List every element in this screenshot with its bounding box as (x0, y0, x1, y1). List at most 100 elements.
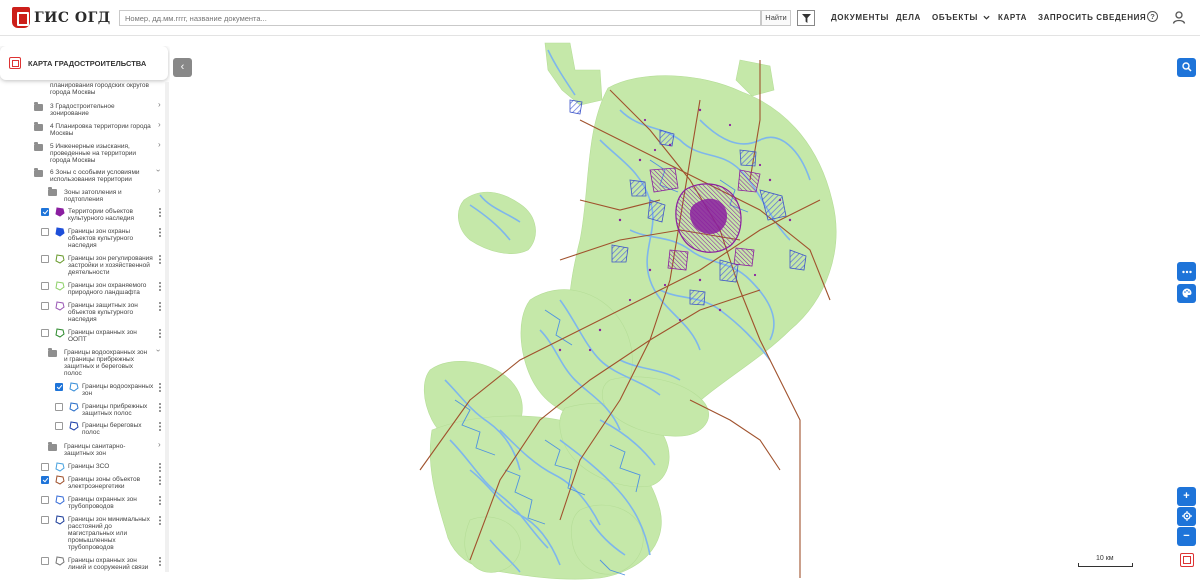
polygon-layer-icon (55, 475, 65, 485)
subgroup-flood-zones[interactable]: Зоны затопления и подтопления (64, 189, 154, 203)
find-button[interactable]: Найти (761, 10, 791, 26)
more-tools-button[interactable] (1177, 262, 1196, 281)
layer-heritage-territories[interactable]: Территории объектов культурного наследия (68, 208, 156, 222)
layer-menu-icon[interactable] (159, 302, 161, 311)
layer-menu-icon[interactable] (159, 282, 161, 291)
layer-menu-icon[interactable] (159, 208, 161, 217)
chevron-right-icon[interactable]: › (158, 140, 161, 149)
layer-menu-icon[interactable] (159, 422, 161, 431)
palette-icon (1182, 288, 1191, 298)
checkbox-heritage-territories[interactable] (41, 208, 49, 216)
polygon-layer-icon (55, 227, 65, 237)
checkbox-heritage-buffer[interactable] (41, 302, 49, 310)
city-planning-map-icon (9, 57, 21, 69)
checkbox-oopt-zones[interactable] (41, 329, 49, 337)
checkbox-shore-strips[interactable] (55, 422, 63, 430)
layer-coastal-strips[interactable]: Границы прибрежных защитных полос (82, 403, 156, 417)
search-icon (1181, 62, 1192, 72)
polygon-layer-icon (55, 281, 65, 291)
layer-menu-icon[interactable] (159, 496, 161, 505)
help-icon[interactable]: ? (1147, 11, 1158, 22)
logo[interactable]: ГИС ОГД (12, 7, 111, 28)
chevron-right-icon[interactable]: › (158, 186, 161, 195)
nav-documents[interactable]: ДОКУМЕНТЫ (831, 13, 889, 22)
user-icon[interactable] (1172, 11, 1186, 24)
checkbox-heritage-protection[interactable] (41, 228, 49, 236)
layer-communication-lines[interactable]: Границы охранных зон линий и сооружений … (68, 557, 156, 571)
locate-button[interactable] (1177, 507, 1196, 526)
layer-natural-landscape[interactable]: Границы зон охраняемого природного ландш… (68, 282, 156, 296)
checkbox-min-distance[interactable] (41, 516, 49, 524)
chevron-down-icon[interactable]: › (154, 349, 163, 352)
polygon-layer-icon (69, 402, 79, 412)
layer-water-protection[interactable]: Границы водоохранных зон (82, 383, 156, 397)
checkbox-coastal-strips[interactable] (55, 403, 63, 411)
map-search-button[interactable] (1177, 58, 1196, 77)
nav-request-info[interactable]: ЗАПРОСИТЬ СВЕДЕНИЯ (1038, 13, 1146, 22)
panel-title: КАРТА ГРАДОСТРОИТЕЛЬСТВА (28, 59, 147, 68)
nav-cases[interactable]: ДЕЛА (896, 13, 921, 22)
subgroup-water-zones[interactable]: Границы водоохранных зон и границы прибр… (64, 349, 152, 377)
checkbox-power-zones[interactable] (41, 476, 49, 484)
layer-menu-icon[interactable] (159, 463, 161, 472)
subgroup-sanitary-zones[interactable]: Границы санитарно-защитных зон (64, 443, 152, 457)
search-input[interactable] (119, 10, 761, 26)
polygon-layer-icon (55, 495, 65, 505)
layer-shore-strips[interactable]: Границы береговых полос (82, 422, 156, 436)
map-canvas[interactable] (0, 37, 1200, 580)
layer-menu-icon[interactable] (159, 557, 161, 566)
layer-menu-icon[interactable] (159, 476, 161, 485)
layer-menu-icon[interactable] (159, 383, 161, 392)
layer-menu-icon[interactable] (159, 516, 161, 525)
zoom-in-button[interactable]: + (1177, 487, 1196, 506)
more-icon (1181, 270, 1192, 274)
scale-label: 10 км (1096, 555, 1114, 562)
checkbox-building-regulation[interactable] (41, 255, 49, 263)
checkbox-zso[interactable] (41, 463, 49, 471)
chevron-right-icon[interactable]: › (158, 100, 161, 109)
layer-group-label-2: планирования городских округов города Мо… (50, 82, 149, 96)
polygon-layer-icon (55, 515, 65, 525)
layer-heritage-buffer[interactable]: Границы защитных зон объектов культурног… (68, 302, 156, 323)
layer-menu-icon[interactable] (159, 403, 161, 412)
zoom-out-button[interactable]: − (1177, 527, 1196, 546)
layer-power-zones[interactable]: Границы зоны объектов электроэнергетики (68, 476, 156, 490)
polygon-layer-icon (55, 254, 65, 264)
logo-text: ГИС ОГД (34, 9, 111, 26)
layer-group-6[interactable]: 6 Зоны с особыми условиями использования… (50, 169, 155, 183)
checkbox-communication-lines[interactable] (41, 557, 49, 565)
layer-oopt-zones[interactable]: Границы охранных зон ООПТ (68, 329, 156, 343)
polygon-layer-icon (55, 301, 65, 311)
layer-menu-icon[interactable] (159, 228, 161, 237)
layer-min-distance[interactable]: Границы зон минимальных расстояний до ма… (68, 516, 156, 551)
checkbox-natural-landscape[interactable] (41, 282, 49, 290)
checkbox-water-protection[interactable] (55, 383, 63, 391)
locate-icon (1181, 511, 1192, 521)
layer-group-5[interactable]: 5 Инженерные изыскания, проведенные на т… (50, 143, 155, 164)
style-button[interactable] (1177, 284, 1196, 303)
folder-icon (34, 122, 43, 131)
panel-header: КАРТА ГРАДОСТРОИТЕЛЬСТВА (0, 46, 168, 80)
chevron-down-icon[interactable]: › (154, 169, 163, 172)
polygon-layer-icon (55, 462, 65, 472)
collapse-panel-button[interactable]: ‹ (173, 58, 192, 77)
layer-building-regulation[interactable]: Границы зон регулирования застройки и хо… (68, 255, 156, 276)
polygon-layer-icon (69, 382, 79, 392)
layer-heritage-protection[interactable]: Границы зон охраны объектов культурного … (68, 228, 156, 249)
checkbox-pipeline-zones[interactable] (41, 496, 49, 504)
polygon-layer-icon (55, 556, 65, 566)
top-bar: ГИС ОГД Найти ДОКУМЕНТЫ ДЕЛА ОБЪЕКТЫ КАР… (0, 0, 1200, 36)
nav-map[interactable]: КАРТА (998, 13, 1027, 22)
layer-menu-icon[interactable] (159, 255, 161, 264)
layer-menu-icon[interactable] (159, 329, 161, 338)
folder-open-icon (48, 348, 57, 357)
chevron-right-icon[interactable]: › (158, 440, 161, 449)
layer-pipeline-zones[interactable]: Границы охранных зон трубопроводов (68, 496, 156, 510)
layer-group-4[interactable]: 4 Планировка территории города Москвы (50, 123, 155, 137)
layer-group-3[interactable]: 3 Градостроительное зонирование (50, 103, 155, 117)
filter-button[interactable] (797, 10, 815, 26)
chevron-right-icon[interactable]: › (158, 120, 161, 129)
nav-objects[interactable]: ОБЪЕКТЫ (932, 13, 990, 22)
layer-zso[interactable]: Границы ЗСО (68, 463, 156, 470)
panel-scrollbar[interactable] (165, 82, 169, 572)
